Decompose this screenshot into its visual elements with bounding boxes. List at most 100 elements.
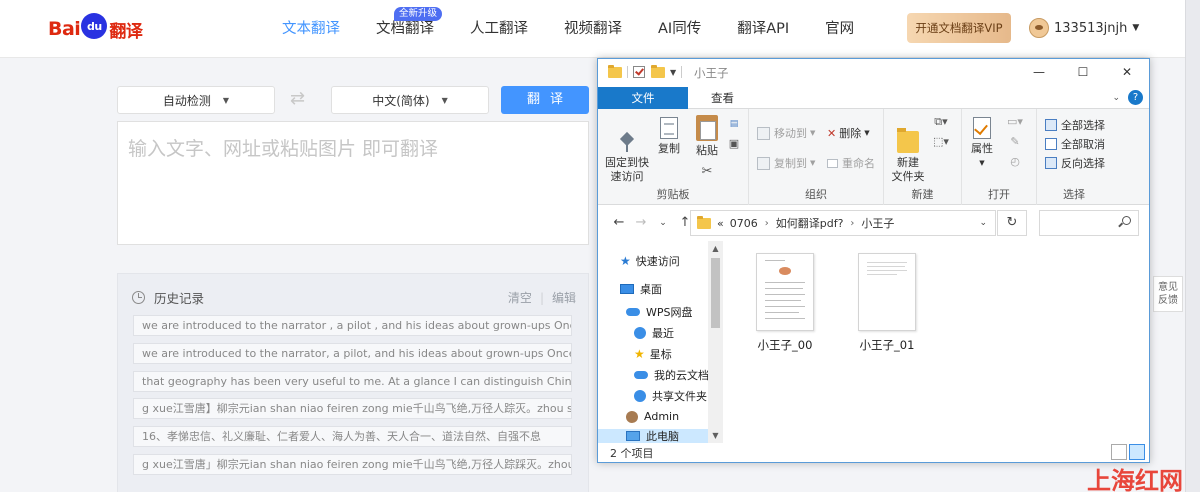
paste-button[interactable]: 粘贴 <box>692 115 722 158</box>
nav-desktop[interactable]: 桌面 <box>620 281 662 297</box>
new-item-icon[interactable]: ⧉▾ <box>928 115 954 129</box>
computer-icon <box>626 431 640 441</box>
nav-recent[interactable]: 最近 <box>634 325 674 341</box>
maximize-icon[interactable]: ☐ <box>1061 59 1105 85</box>
scissors-icon[interactable]: ✂ <box>692 165 722 179</box>
select-all-button[interactable]: 全部选择 <box>1045 117 1105 133</box>
edit-history-button[interactable]: 编辑 <box>552 291 576 305</box>
nav-admin[interactable]: Admin <box>626 410 679 423</box>
breadcrumb-separator-icon[interactable]: › <box>765 218 769 229</box>
nav-my-cloud-docs[interactable]: 我的云文档 <box>634 367 709 383</box>
file-item[interactable]: 小王子_01 <box>842 253 932 353</box>
search-icon <box>1122 216 1131 225</box>
nav-starred[interactable]: ★ 星标 <box>634 346 672 362</box>
breadcrumb-little-prince[interactable]: 小王子 <box>861 215 894 231</box>
forward-arrow-icon[interactable]: → <box>630 215 652 232</box>
target-language-select[interactable]: 中文(简体) ▼ <box>331 86 489 114</box>
minimize-icon[interactable]: — <box>1017 59 1061 85</box>
history-icon[interactable]: ◴ <box>1002 155 1028 169</box>
source-language-select[interactable]: 自动检测 ▼ <box>117 86 275 114</box>
search-input[interactable] <box>1039 210 1139 236</box>
history-item[interactable]: that geography has been very useful to m… <box>133 370 572 392</box>
scroll-up-icon[interactable]: ▲ <box>708 244 723 253</box>
select-none-button[interactable]: 全部取消 <box>1045 136 1105 152</box>
nav-scrollbar[interactable]: ▲ ▼ <box>708 241 723 443</box>
scroll-thumb[interactable] <box>711 258 720 328</box>
tab-file[interactable]: 文件 <box>598 87 688 109</box>
nav-translate-api[interactable]: 翻译API <box>737 0 789 58</box>
help-icon[interactable]: ? <box>1128 90 1143 105</box>
edit-icon[interactable]: ✎ <box>1002 135 1028 149</box>
nav-label: 文档翻译 <box>376 21 434 37</box>
nav-doc-translate[interactable]: 全新升级 文档翻译 <box>376 0 443 58</box>
tab-view[interactable]: 查看 <box>698 87 747 109</box>
close-icon[interactable]: ✕ <box>1105 59 1149 85</box>
address-bar[interactable]: « 0706 › 如何翻译pdf? › 小王子 ⌄ <box>690 210 996 236</box>
pin-quick-access-button[interactable]: 固定到快 速访问 <box>604 119 650 184</box>
history-item[interactable]: we are introduced to the narrator , a pi… <box>133 315 572 336</box>
select-all-icon <box>1045 119 1057 131</box>
source-text-input[interactable]: 输入文字、网址或粘贴图片 即可翻译 <box>117 121 589 245</box>
swap-languages-icon[interactable]: ⇄ <box>290 88 305 109</box>
nav-this-pc[interactable]: 此电脑 <box>598 429 708 443</box>
nav-video-translate[interactable]: 视频翻译 <box>564 0 622 58</box>
copy-button[interactable]: 复制 <box>655 117 683 156</box>
delete-button[interactable]: ✕ 删除 ▼ <box>827 125 870 141</box>
nav-item-label: 桌面 <box>640 283 662 296</box>
file-explorer-window: ▼ 小王子 — ☐ ✕ 文件 主页 共享 查看 ⌄ ? 固定到快 速访问 复制 … <box>597 58 1150 463</box>
thumbnail-line <box>765 300 801 301</box>
copy-to-button[interactable]: 复制到 ▼ <box>757 155 815 171</box>
breadcrumb-0706[interactable]: 0706 <box>730 217 758 230</box>
breadcrumb-how-to-translate-pdf[interactable]: 如何翻译pdf? <box>776 215 844 231</box>
history-item[interactable]: we are introduced to the narrator, a pil… <box>133 342 572 364</box>
rename-button[interactable]: 重命名 <box>827 155 875 171</box>
scroll-down-icon[interactable]: ▼ <box>708 431 723 440</box>
back-arrow-icon[interactable]: ← <box>608 215 630 232</box>
clear-history-button[interactable]: 清空 <box>508 291 532 305</box>
nav-item-label: 快速访问 <box>635 255 680 268</box>
page-scrollbar[interactable] <box>1185 0 1200 492</box>
large-icons-view-icon[interactable] <box>1129 444 1145 460</box>
navigation-pane: ★ 快速访问 桌面 WPS网盘 最近 ★ 星标 我的云文档 共享文件夹 Admin … <box>598 241 723 443</box>
paste-label: 粘贴 <box>696 144 718 157</box>
customize-dropdown-icon[interactable]: ▼ <box>670 68 676 77</box>
history-item[interactable]: g xue江雪唐」柳宗元ian shan niao feiren zong mi… <box>133 453 572 475</box>
move-to-button[interactable]: 移动到 ▼ <box>757 125 815 141</box>
open-icon[interactable]: ▭▾ <box>1002 115 1028 129</box>
easy-access-icon[interactable]: ⬚▾ <box>928 135 954 149</box>
history-item[interactable]: g xue江雪唐】柳宗元ian shan niao feiren zong mi… <box>133 398 572 420</box>
folder-icon <box>697 215 711 229</box>
move-to-label: 移动到 <box>774 127 807 140</box>
chevron-down-icon[interactable]: ⌄ <box>979 218 987 228</box>
nav-text-translate[interactable]: 文本翻译 <box>282 0 340 58</box>
new-folder-button[interactable]: 新建 文件夹 <box>890 117 926 184</box>
nav-human-translate[interactable]: 人工翻译 <box>470 0 528 58</box>
new-folder-quick-icon[interactable] <box>651 64 665 78</box>
copy-path-icon[interactable]: ▤ <box>726 117 742 131</box>
paste-shortcut-icon[interactable]: ▣ <box>726 137 742 151</box>
user-menu[interactable]: 133513jnjh ▼ <box>1029 16 1139 40</box>
recent-locations-icon[interactable]: ⌄ <box>652 215 674 232</box>
select-none-icon <box>1045 138 1057 150</box>
nav-official-site[interactable]: 官网 <box>825 0 854 58</box>
invert-selection-button[interactable]: 反向选择 <box>1045 155 1105 171</box>
desktop-icon <box>620 284 634 294</box>
properties-check-icon[interactable] <box>633 66 645 78</box>
history-item[interactable]: 16、孝悌忠信、礼义廉耻、仁者爱人、海人为善、天人合一、道法自然、自强不息 <box>133 426 572 448</box>
nav-ai-interpretation[interactable]: AI同传 <box>658 0 701 58</box>
breadcrumb-overflow[interactable]: « <box>717 217 724 230</box>
vip-button[interactable]: 开通文档翻译VIP <box>907 13 1011 43</box>
breadcrumb-separator-icon[interactable]: › <box>850 218 854 229</box>
nav-quick-access[interactable]: ★ 快速访问 <box>620 253 680 269</box>
details-view-icon[interactable] <box>1111 444 1127 460</box>
refresh-icon[interactable]: ↻ <box>997 210 1027 236</box>
translate-button[interactable]: 翻译 <box>501 86 589 114</box>
properties-label: 属性 <box>971 142 993 155</box>
nav-wps-drive[interactable]: WPS网盘 <box>626 304 693 320</box>
file-item[interactable]: 小王子_00 <box>740 253 830 353</box>
baidu-translate-logo[interactable]: Bai du 翻译 <box>48 13 143 44</box>
chevron-down-icon[interactable]: ⌄ <box>1104 87 1128 108</box>
properties-button[interactable]: 属性 ▼ <box>968 117 996 170</box>
nav-shared-folder[interactable]: 共享文件夹 <box>634 388 707 404</box>
feedback-button[interactable]: 意见 反馈 <box>1153 276 1183 312</box>
